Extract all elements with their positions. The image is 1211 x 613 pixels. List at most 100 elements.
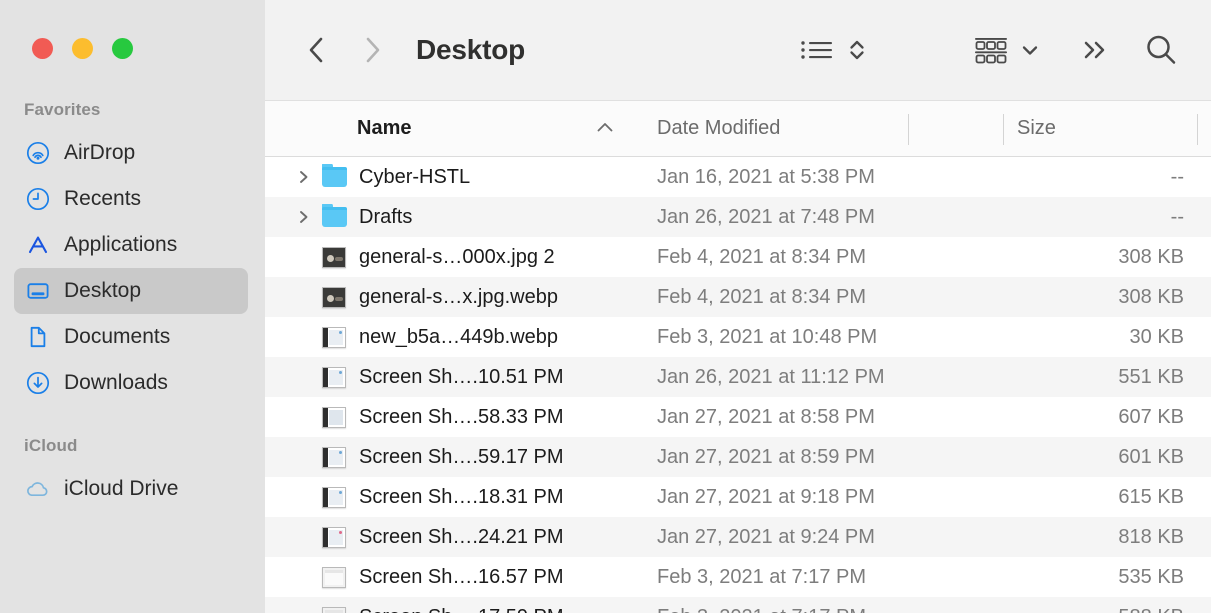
disclosure-triangle-icon[interactable] (296, 209, 312, 225)
window-controls (32, 38, 133, 59)
file-date: Feb 4, 2021 at 8:34 PM (657, 245, 867, 268)
table-row[interactable]: Drafts Jan 26, 2021 at 7:48 PM -- (265, 197, 1211, 237)
column-header-name[interactable]: Name (265, 101, 643, 156)
file-date: Jan 27, 2021 at 8:59 PM (657, 445, 875, 468)
file-list[interactable]: Cyber-HSTL Jan 16, 2021 at 5:38 PM -- Dr… (265, 157, 1211, 613)
file-name: general-s…x.jpg.webp (359, 285, 558, 308)
file-date: Feb 3, 2021 at 7:17 PM (643, 606, 1003, 613)
chevron-down-icon[interactable] (1019, 39, 1041, 61)
table-row[interactable]: Screen Sh….17.59 PM Feb 3, 2021 at 7:17 … (265, 597, 1211, 613)
file-date: Jan 27, 2021 at 9:18 PM (657, 485, 875, 508)
file-name-cell: Screen Sh….24.21 PM (265, 524, 643, 550)
disclosure-triangle-icon[interactable] (296, 169, 312, 185)
file-size: 30 KB (1129, 325, 1184, 348)
forward-button[interactable] (358, 33, 386, 67)
close-button[interactable] (32, 38, 53, 59)
file-name-cell: Screen Sh….10.51 PM (265, 364, 643, 390)
sidebar-list: Favorites AirDrop Recents Applications D… (0, 100, 265, 512)
sidebar-item-label: Downloads (64, 371, 168, 394)
column-header-date-modified[interactable]: Date Modified (643, 101, 1003, 156)
screenshot-thumbnail-icon (321, 604, 347, 613)
file-size: 607 KB (1118, 405, 1184, 428)
folder-icon (321, 204, 347, 230)
column-header-name-label: Name (357, 117, 412, 139)
file-size: 308 KB (1118, 285, 1184, 308)
sidebar-group-title-favorites: Favorites (24, 100, 101, 119)
table-row[interactable]: Screen Sh….24.21 PM Jan 27, 2021 at 9:24… (265, 517, 1211, 557)
table-row[interactable]: general-s…000x.jpg 2 Feb 4, 2021 at 8:34… (265, 237, 1211, 277)
file-name: Drafts (359, 205, 413, 228)
main-pane: Desktop Name Date Modified Size Cyber-HS… (265, 0, 1211, 613)
sort-updown-icon[interactable] (847, 34, 867, 66)
screenshot-thumbnail-icon (321, 564, 347, 590)
group-by-icon[interactable] (971, 33, 1011, 67)
file-name: Screen Sh….17.59 PM (359, 606, 564, 613)
column-header-size[interactable]: Size (1003, 101, 1198, 156)
file-date: Feb 4, 2021 at 8:34 PM (657, 285, 867, 308)
file-name-cell: Screen Sh….59.17 PM (265, 444, 643, 470)
minimize-button[interactable] (72, 38, 93, 59)
file-name: new_b5a…449b.webp (359, 325, 559, 348)
back-button[interactable] (303, 33, 331, 67)
file-date: Jan 26, 2021 at 7:48 PM (657, 205, 875, 228)
screenshot-thumbnail-icon (321, 524, 347, 550)
sidebar-item-documents[interactable]: Documents (14, 314, 248, 360)
file-size: -- (1170, 205, 1184, 228)
table-row[interactable]: general-s…x.jpg.webp Feb 4, 2021 at 8:34… (265, 277, 1211, 317)
screenshot-thumbnail-icon (321, 484, 347, 510)
table-row[interactable]: Screen Sh….10.51 PM Jan 26, 2021 at 11:1… (265, 357, 1211, 397)
sidebar-item-airdrop[interactable]: AirDrop (14, 130, 248, 176)
maximize-button[interactable] (112, 38, 133, 59)
sidebar-item-downloads[interactable]: Downloads (14, 360, 248, 406)
table-row[interactable]: Cyber-HSTL Jan 16, 2021 at 5:38 PM -- (265, 157, 1211, 197)
group-by-controls (971, 33, 1041, 67)
folder-icon (321, 164, 347, 190)
airdrop-icon (25, 140, 51, 166)
file-name-cell: general-s…x.jpg.webp (265, 284, 643, 310)
file-name-cell: Screen Sh….58.33 PM (265, 404, 643, 430)
screenshot-thumbnail-icon (321, 324, 347, 350)
list-view-icon[interactable] (798, 35, 836, 65)
sidebar-group-favorites: Favorites AirDrop Recents Applications D… (0, 100, 265, 406)
file-size: 601 KB (1118, 445, 1184, 468)
file-size: 551 KB (1118, 365, 1184, 388)
view-controls (798, 34, 867, 66)
toolbar-right-controls (798, 0, 1211, 100)
file-date: Jan 26, 2021 at 11:12 PM (657, 365, 885, 388)
file-name-cell: general-s…000x.jpg 2 (265, 244, 643, 270)
file-name-cell: Screen Sh….18.31 PM (265, 484, 643, 510)
column-header-size-label: Size (1017, 117, 1056, 139)
table-row[interactable]: new_b5a…449b.webp Feb 3, 2021 at 10:48 P… (265, 317, 1211, 357)
file-name: Screen Sh….10.51 PM (359, 365, 564, 388)
applications-icon (25, 232, 51, 258)
clock-icon (25, 186, 51, 212)
file-size: 588 KB (1003, 606, 1198, 613)
page-title: Desktop (416, 34, 526, 65)
toolbar: Desktop (265, 0, 1211, 100)
file-date: Jan 27, 2021 at 8:58 PM (657, 405, 875, 428)
table-row[interactable]: Screen Sh….58.33 PM Jan 27, 2021 at 8:58… (265, 397, 1211, 437)
sidebar-item-icloud-drive[interactable]: iCloud Drive (14, 466, 248, 512)
sidebar-item-label: AirDrop (64, 141, 136, 164)
image-thumbnail-icon (321, 244, 347, 270)
file-name: Screen Sh….16.57 PM (359, 565, 564, 588)
screenshot-thumbnail-icon (321, 444, 347, 470)
search-icon[interactable] (1143, 32, 1179, 68)
table-row[interactable]: Screen Sh….16.57 PM Feb 3, 2021 at 7:17 … (265, 557, 1211, 597)
column-divider-size-end[interactable] (1197, 114, 1198, 145)
column-headers: Name Date Modified Size (265, 100, 1211, 157)
table-row[interactable]: Screen Sh….59.17 PM Jan 27, 2021 at 8:59… (265, 437, 1211, 477)
sidebar-item-desktop[interactable]: Desktop (14, 268, 248, 314)
file-name: Cyber-HSTL (359, 165, 471, 188)
column-header-date-label: Date Modified (657, 117, 781, 139)
desktop-icon (25, 278, 51, 304)
more-chevrons-icon[interactable] (1078, 34, 1114, 66)
cloud-icon (25, 476, 51, 502)
file-size: -- (1170, 165, 1184, 188)
file-date: Jan 16, 2021 at 5:38 PM (657, 165, 875, 188)
sidebar-item-recents[interactable]: Recents (14, 176, 248, 222)
file-date: Jan 27, 2021 at 9:24 PM (657, 525, 875, 548)
file-name: Screen Sh….24.21 PM (359, 525, 564, 548)
table-row[interactable]: Screen Sh….18.31 PM Jan 27, 2021 at 9:18… (265, 477, 1211, 517)
sidebar-item-applications[interactable]: Applications (14, 222, 248, 268)
